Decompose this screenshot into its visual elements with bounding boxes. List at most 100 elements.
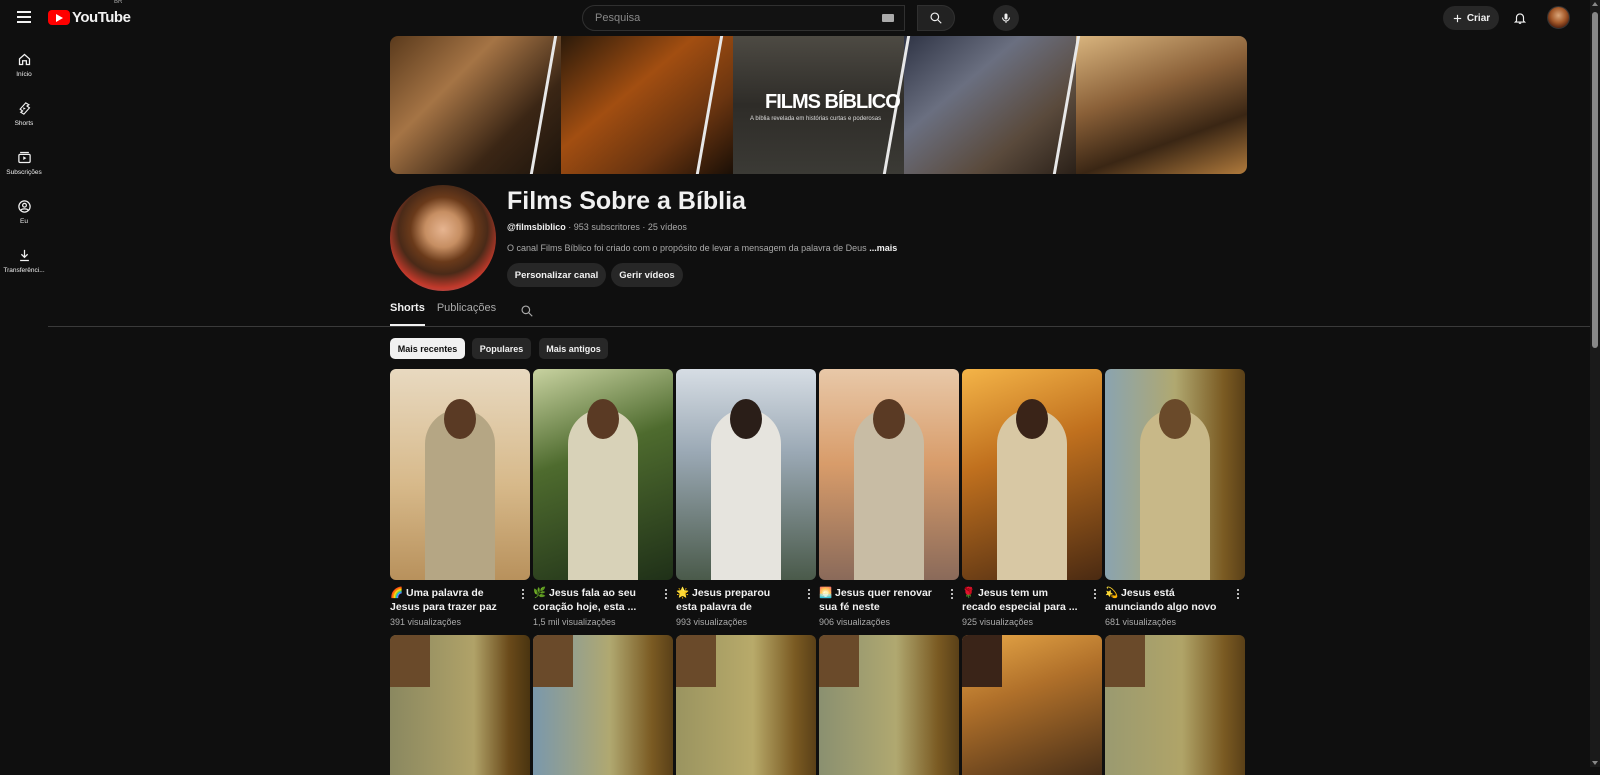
short-views: 906 visualizações bbox=[819, 617, 891, 627]
scrollbar-thumb[interactable] bbox=[1592, 12, 1598, 348]
plus-icon bbox=[1453, 14, 1461, 22]
channel-meta: @filmsbiblico · 953 subscritores · 25 ví… bbox=[507, 222, 687, 232]
account-icon bbox=[17, 199, 31, 213]
thumbnail-head bbox=[962, 635, 1002, 687]
sidebar-item-label: Shorts bbox=[14, 119, 34, 127]
notifications-button[interactable] bbox=[1510, 8, 1530, 28]
banner-panel bbox=[904, 36, 1076, 174]
short-thumbnail[interactable] bbox=[676, 369, 816, 580]
channel-description[interactable]: O canal Films Bíblico foi criado com o p… bbox=[507, 243, 897, 253]
page-scrollbar[interactable] bbox=[1590, 0, 1600, 767]
account-avatar[interactable] bbox=[1547, 6, 1570, 29]
thumbnail-head bbox=[819, 635, 859, 687]
more-options-icon[interactable] bbox=[661, 587, 671, 601]
short-card[interactable]: 🌿 Jesus fala ao seu coração hoje, esta .… bbox=[533, 369, 673, 627]
banner-title: FILMS BÍBLICO bbox=[765, 91, 901, 113]
thumbnail-head bbox=[1016, 399, 1048, 439]
short-card[interactable] bbox=[533, 635, 673, 775]
scroll-down-arrow-icon[interactable] bbox=[1592, 761, 1598, 765]
sidebar-item-home[interactable]: Início bbox=[0, 40, 48, 89]
short-card[interactable]: 🌹 Jesus tem um recado especial para ... … bbox=[962, 369, 1102, 627]
short-thumbnail[interactable] bbox=[1105, 635, 1245, 775]
short-thumbnail[interactable] bbox=[533, 369, 673, 580]
short-views: 681 visualizações bbox=[1105, 617, 1177, 627]
short-card[interactable]: 🌅 Jesus quer renovar sua fé neste moment… bbox=[819, 369, 959, 627]
download-icon bbox=[19, 249, 29, 261]
menu-icon[interactable] bbox=[14, 8, 34, 28]
more-options-icon[interactable] bbox=[947, 587, 957, 601]
search-button[interactable] bbox=[917, 5, 955, 31]
chip-popular[interactable]: Populares bbox=[472, 338, 531, 359]
short-thumbnail[interactable] bbox=[676, 635, 816, 775]
short-thumbnail[interactable] bbox=[390, 369, 530, 580]
youtube-logo[interactable]: YouTube bbox=[48, 9, 131, 26]
short-card[interactable] bbox=[819, 635, 959, 775]
short-thumbnail[interactable] bbox=[390, 635, 530, 775]
short-title[interactable]: 🌹 Jesus tem um recado especial para ... bbox=[962, 586, 1080, 614]
short-thumbnail[interactable] bbox=[819, 635, 959, 775]
short-thumbnail[interactable] bbox=[819, 369, 959, 580]
more-options-icon[interactable] bbox=[1233, 587, 1243, 601]
more-options-icon[interactable] bbox=[1090, 587, 1100, 601]
sidebar-item-subscriptions[interactable]: Subscrições bbox=[0, 138, 48, 187]
create-button[interactable]: Criar bbox=[1443, 6, 1499, 30]
customize-channel-button[interactable]: Personalizar canal bbox=[507, 263, 606, 287]
sidebar-item-shorts[interactable]: Shorts bbox=[0, 89, 48, 138]
search-input[interactable] bbox=[583, 6, 863, 30]
short-card[interactable] bbox=[390, 635, 530, 775]
more-options-icon[interactable] bbox=[804, 587, 814, 601]
short-card[interactable]: 💫 Jesus está anunciando algo novo ... 68… bbox=[1105, 369, 1245, 627]
thumbnail-head bbox=[730, 399, 762, 439]
sidebar-item-downloads[interactable]: Transferênci... bbox=[0, 236, 48, 285]
channel-tabs: Shorts Publicações bbox=[390, 302, 508, 326]
manage-videos-button[interactable]: Gerir vídeos bbox=[611, 263, 683, 287]
thumbnail-head bbox=[1105, 635, 1145, 687]
sidebar: Início Shorts Subscrições Eu Transferênc… bbox=[0, 40, 48, 285]
microphone-icon bbox=[1002, 13, 1010, 23]
short-thumbnail[interactable] bbox=[962, 635, 1102, 775]
scroll-up-arrow-icon[interactable] bbox=[1592, 2, 1598, 6]
short-thumbnail[interactable] bbox=[533, 635, 673, 775]
create-label: Criar bbox=[1466, 12, 1491, 24]
short-card[interactable] bbox=[962, 635, 1102, 775]
sidebar-item-label: Subscrições bbox=[6, 168, 42, 176]
search-box bbox=[582, 5, 905, 31]
channel-avatar[interactable] bbox=[390, 185, 496, 291]
short-title[interactable]: 💫 Jesus está anunciando algo novo ... bbox=[1105, 586, 1223, 614]
channel-search-icon[interactable] bbox=[520, 304, 534, 318]
short-views: 391 visualizações bbox=[390, 617, 462, 627]
description-more-link[interactable]: ...mais bbox=[869, 243, 897, 253]
short-title[interactable]: 🌅 Jesus quer renovar sua fé neste moment… bbox=[819, 586, 937, 614]
keyboard-icon[interactable] bbox=[882, 14, 894, 22]
short-thumbnail[interactable] bbox=[1105, 369, 1245, 580]
short-thumbnail[interactable] bbox=[962, 369, 1102, 580]
short-card[interactable]: 🌈 Uma palavra de Jesus para trazer paz .… bbox=[390, 369, 530, 627]
thumbnail-head bbox=[390, 635, 430, 687]
voice-search-button[interactable] bbox=[993, 5, 1019, 31]
thumbnail-head bbox=[676, 635, 716, 687]
sidebar-item-you[interactable]: Eu bbox=[0, 187, 48, 236]
subscriber-count: 953 subscritores bbox=[573, 222, 640, 232]
short-card[interactable]: 🌟 Jesus preparou esta palavra de confort… bbox=[676, 369, 816, 627]
chip-latest[interactable]: Mais recentes bbox=[390, 338, 465, 359]
chip-oldest[interactable]: Mais antigos bbox=[539, 338, 608, 359]
more-options-icon[interactable] bbox=[518, 587, 528, 601]
short-title[interactable]: 🌈 Uma palavra de Jesus para trazer paz .… bbox=[390, 586, 508, 614]
short-card[interactable] bbox=[1105, 635, 1245, 775]
channel-banner: FILMS BÍBLICO A bíblia revelada em histó… bbox=[390, 36, 1247, 174]
banner-panel bbox=[1075, 36, 1247, 174]
bell-icon bbox=[1513, 13, 1527, 24]
short-title[interactable]: 🌿 Jesus fala ao seu coração hoje, esta .… bbox=[533, 586, 651, 614]
short-views: 925 visualizações bbox=[962, 617, 1034, 627]
tabs-divider bbox=[48, 326, 1590, 327]
youtube-play-icon bbox=[48, 10, 70, 25]
thumbnail-head bbox=[533, 635, 573, 687]
thumbnail-head bbox=[444, 399, 476, 439]
short-title[interactable]: 🌟 Jesus preparou esta palavra de confort… bbox=[676, 586, 794, 614]
video-count: 25 vídeos bbox=[647, 222, 687, 232]
logo-text: YouTube bbox=[72, 9, 131, 26]
short-card[interactable] bbox=[676, 635, 816, 775]
tab-shorts[interactable]: Shorts bbox=[390, 302, 425, 326]
tab-posts[interactable]: Publicações bbox=[437, 302, 496, 326]
sidebar-item-label: Início bbox=[16, 70, 32, 78]
